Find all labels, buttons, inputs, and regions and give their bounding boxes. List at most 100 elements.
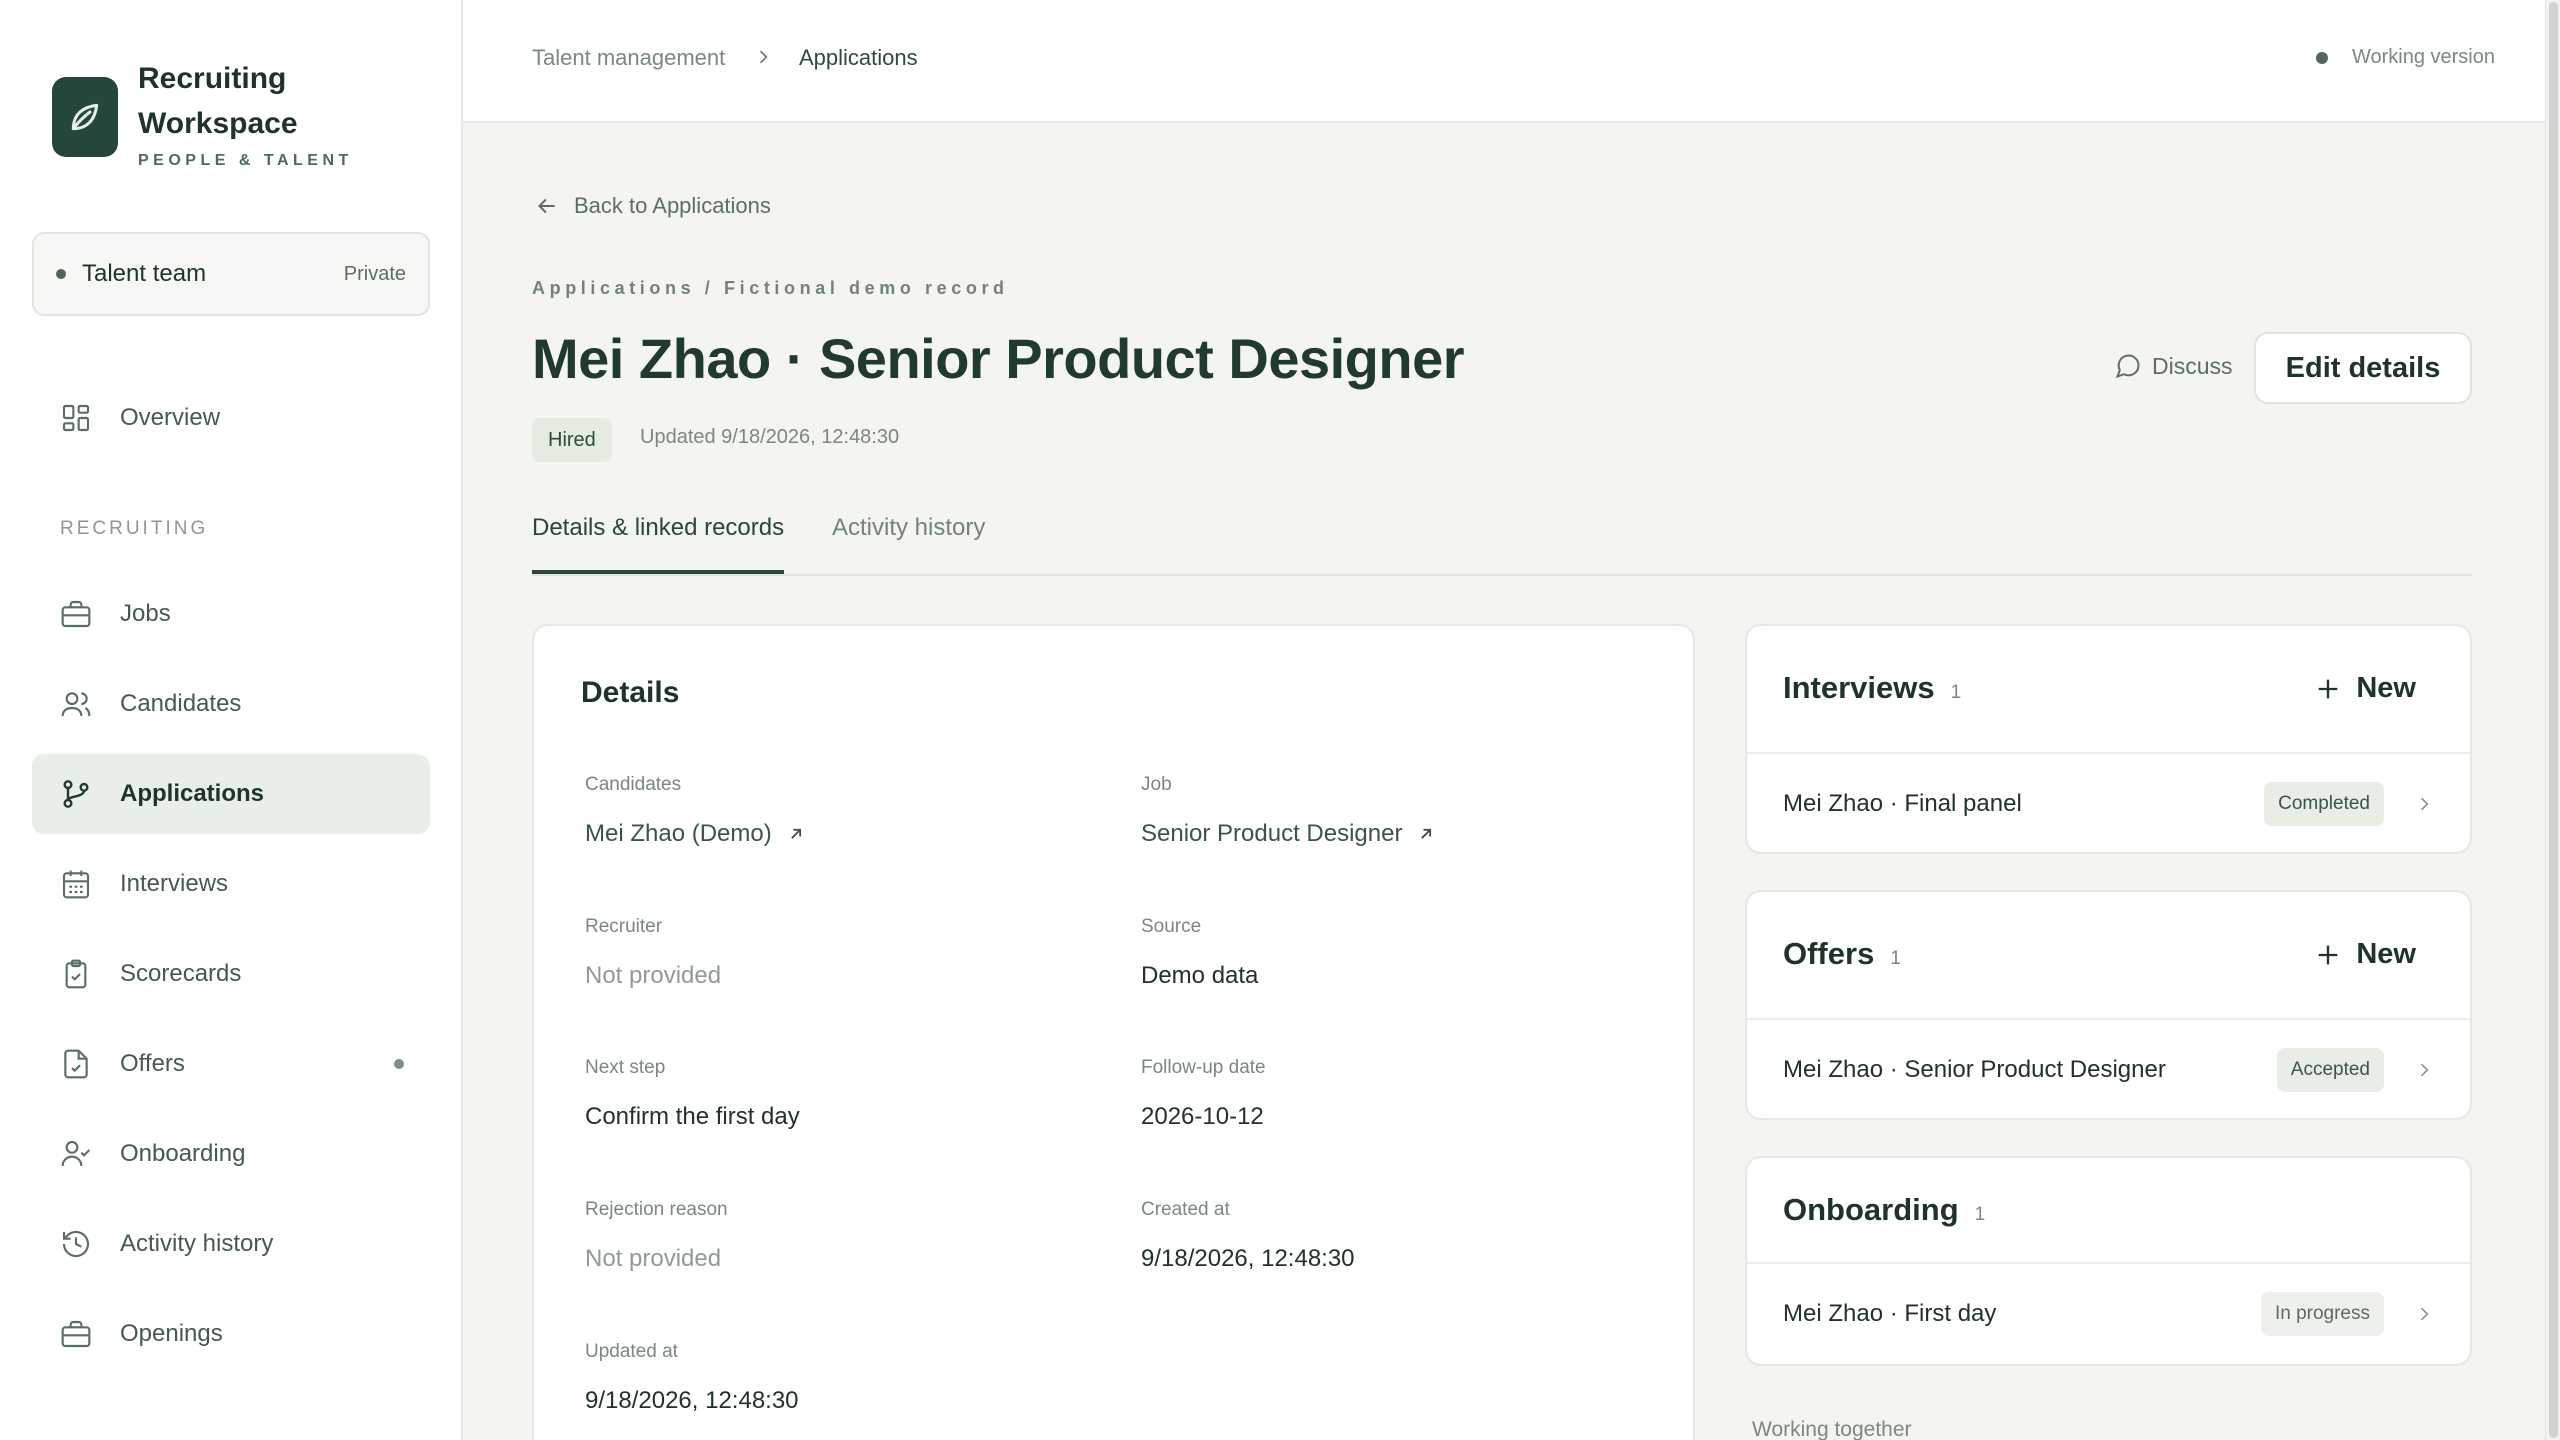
tab-activity-history[interactable]: Activity history	[832, 514, 985, 542]
nav-label: Interviews	[120, 870, 229, 897]
grid-icon	[58, 400, 94, 436]
new-offer-button[interactable]: New	[2314, 938, 2416, 971]
breadcrumb-talent-management[interactable]: Talent management	[532, 45, 725, 71]
nav-item-activity-history[interactable]: Activity history	[32, 1204, 430, 1284]
sidebar: Recruiting Workspace PEOPLE & TALENT Tal…	[0, 0, 463, 1440]
git-branch-icon	[58, 776, 94, 812]
notification-dot-icon	[394, 1059, 404, 1069]
team-dot-icon	[56, 269, 66, 279]
details-card: Details Candidates Mei Zhao (Demo) Job S…	[532, 624, 1695, 1440]
brand-subtitle: PEOPLE & TALENT	[138, 152, 353, 169]
offers-header: Offers 1	[1783, 936, 1901, 972]
discuss-label: Discuss	[2152, 352, 2233, 379]
nav-label: Candidates	[120, 690, 242, 717]
nav-label: Onboarding	[120, 1140, 246, 1167]
new-interview-button[interactable]: New	[2314, 672, 2416, 705]
chevron-right-icon	[753, 47, 773, 73]
row-title: Mei Zhao · Senior Product Designer	[1783, 1056, 2166, 1083]
status-dot-icon	[2315, 51, 2328, 64]
field-label: Job	[1141, 774, 1172, 795]
onboarding-card: Onboarding 1 Mei Zhao · First day In pro…	[1745, 1156, 2472, 1366]
field-label: Follow-up date	[1141, 1057, 1266, 1078]
briefcase-icon	[58, 596, 94, 632]
field-value: Mei Zhao (Demo)	[585, 820, 772, 847]
field-label: Next step	[585, 1057, 666, 1078]
edit-details-button[interactable]: Edit details	[2254, 332, 2472, 404]
nav-item-jobs[interactable]: Jobs	[32, 574, 430, 654]
offers-count: 1	[1890, 948, 1901, 969]
onboarding-count: 1	[1974, 1204, 1986, 1225]
user-check-icon	[58, 1136, 94, 1172]
nav-label: Applications	[120, 780, 265, 807]
topbar: Talent management Applications Working v…	[463, 0, 2545, 123]
candidate-link[interactable]: Mei Zhao (Demo)	[585, 820, 806, 848]
scrollbar[interactable]	[2545, 0, 2560, 1440]
team-switcher[interactable]: Talent team Private	[32, 232, 430, 316]
field-value: Not provided	[585, 962, 722, 989]
calendar-icon	[58, 866, 94, 902]
field-candidates: Candidates Mei Zhao (Demo)	[585, 774, 806, 848]
nav-item-onboarding[interactable]: Onboarding	[32, 1114, 430, 1194]
nav-label: Scorecards	[120, 960, 242, 987]
back-link[interactable]: Back to Applications	[534, 193, 771, 219]
back-label: Back to Applications	[574, 193, 771, 218]
field-label: Created at	[1141, 1199, 1230, 1220]
scrollbar-thumb[interactable]	[2549, 2, 2558, 1438]
plus-icon	[2319, 679, 2338, 698]
field-value: Not provided	[585, 1245, 722, 1272]
new-label: New	[2356, 672, 2416, 704]
row-title: Mei Zhao · First day	[1783, 1300, 1997, 1327]
nav-item-offers[interactable]: Offers	[32, 1024, 430, 1104]
onboarding-row[interactable]: Mei Zhao · First day In progress	[1783, 1292, 2434, 1336]
offers-card: Offers 1 New Mei Zhao · Senior Product D…	[1745, 890, 2472, 1120]
chevron-right-icon	[2420, 1307, 2429, 1321]
brand-name: Recruiting Workspace	[138, 62, 298, 140]
message-circle-icon	[2115, 354, 2140, 379]
details-heading: Details	[581, 676, 680, 709]
active-tab-indicator	[532, 570, 784, 574]
nav-item-interviews[interactable]: Interviews	[32, 844, 430, 924]
divider	[1747, 1262, 2470, 1264]
status-badge: Accepted	[2276, 1048, 2384, 1092]
field-recruiter: Recruiter Not provided	[585, 916, 721, 990]
nav-section-label: RECRUITING	[60, 518, 209, 539]
chevron-right-icon	[2420, 797, 2429, 811]
nav-label: Activity history	[120, 1230, 274, 1257]
breadcrumb-applications: Applications	[799, 45, 918, 70]
job-link[interactable]: Senior Product Designer	[1141, 820, 1436, 848]
interviews-count: 1	[1950, 682, 1962, 703]
chevron-right-icon	[2420, 1063, 2429, 1077]
field-value: Senior Product Designer	[1141, 820, 1403, 847]
history-icon	[58, 1226, 94, 1262]
plus-icon	[2319, 945, 2338, 964]
tab-bar: Details & linked records Activity histor…	[532, 500, 2472, 576]
briefcase-icon	[58, 1316, 94, 1352]
nav-item-overview[interactable]: Overview	[32, 378, 430, 458]
status-badge: Completed	[2264, 782, 2384, 826]
updated-timestamp: Updated 9/18/2026, 12:48:30	[640, 426, 900, 448]
status-badge: Hired	[532, 418, 612, 462]
nav-item-candidates[interactable]: Candidates	[32, 664, 430, 744]
nav-item-scorecards[interactable]: Scorecards	[32, 934, 430, 1014]
interviews-title: Interviews	[1783, 670, 1935, 705]
offer-row[interactable]: Mei Zhao · Senior Product Designer Accep…	[1783, 1048, 2434, 1092]
interviews-card: Interviews 1 New Mei Zhao · Final panel …	[1745, 624, 2472, 854]
field-label: Candidates	[585, 774, 682, 795]
discuss-button[interactable]: Discuss	[2114, 352, 2233, 380]
divider	[1747, 752, 2470, 754]
field-created-at: Created at 9/18/2026, 12:48:30	[1141, 1199, 1355, 1273]
working-together-heading: Working together	[1752, 1418, 1912, 1440]
brand[interactable]: Recruiting Workspace PEOPLE & TALENT	[52, 56, 358, 170]
external-link-icon	[790, 828, 801, 839]
divider	[1747, 1018, 2470, 1020]
nav-item-openings[interactable]: Openings	[32, 1294, 430, 1374]
field-value: Confirm the first day	[585, 1103, 800, 1130]
tab-details-linked-records[interactable]: Details & linked records	[532, 514, 784, 542]
field-next-step: Next step Confirm the first day	[585, 1057, 800, 1131]
interview-row[interactable]: Mei Zhao · Final panel Completed	[1783, 782, 2434, 826]
file-check-icon	[58, 1046, 94, 1082]
nav-item-applications[interactable]: Applications	[32, 754, 430, 834]
version-label: Working version	[2351, 46, 2495, 68]
field-value: 9/18/2026, 12:48:30	[585, 1387, 799, 1414]
nav-label: Jobs	[120, 600, 171, 627]
